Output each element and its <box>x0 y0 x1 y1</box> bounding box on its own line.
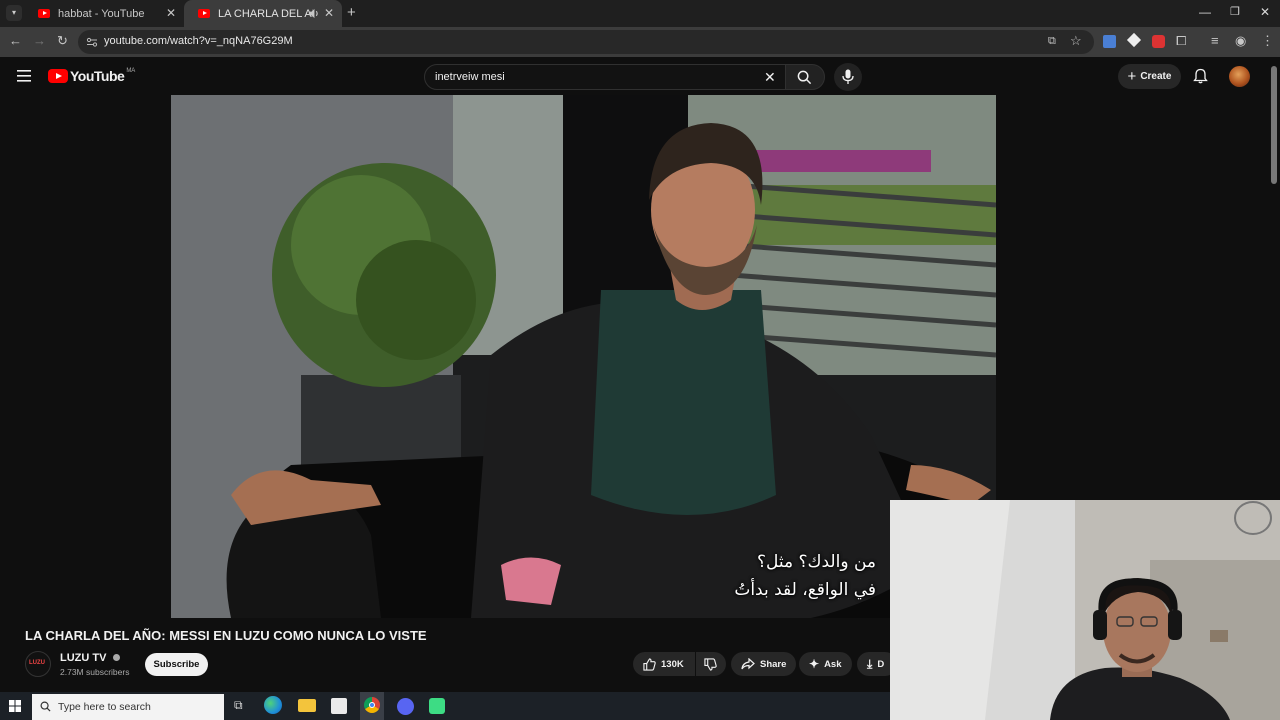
youtube-favicon-icon <box>38 9 50 18</box>
tab-search-dropdown-icon[interactable]: ▾ <box>6 5 22 21</box>
share-button[interactable]: Share <box>731 652 797 676</box>
download-icon: ⤓ <box>867 656 873 671</box>
share-arrow-icon <box>741 658 755 670</box>
audio-playing-icon[interactable] <box>308 8 319 19</box>
search-query: inetrveiw mesi <box>435 71 505 83</box>
extension-diamond-icon[interactable] <box>1126 32 1142 48</box>
close-window-icon[interactable]: ✕ <box>1260 5 1270 19</box>
video-player[interactable]: من والدك؟ مثل؟ في الواقع، لقد بدأتُ <box>171 95 996 618</box>
close-tab-icon[interactable]: ✕ <box>166 6 176 20</box>
subtitle-line: من والدك؟ مثل؟ <box>756 552 876 572</box>
channel-name: LUZU TV <box>60 652 107 664</box>
channel-name-row[interactable]: LUZU TV <box>60 652 120 664</box>
search-icon <box>797 70 812 85</box>
address-bar[interactable]: youtube.com/watch?v=_nqNA76G29M ⧉ ☆ <box>78 30 1094 54</box>
new-tab-icon[interactable]: + <box>347 4 356 21</box>
media-controls-icon[interactable]: ≡ <box>1211 34 1219 48</box>
search-button[interactable] <box>785 64 825 90</box>
site-info-icon[interactable] <box>86 36 98 48</box>
search-input[interactable]: inetrveiw mesi ✕ <box>424 64 786 90</box>
download-label: D <box>877 658 885 670</box>
thumbs-up-icon <box>643 657 656 671</box>
account-avatar[interactable] <box>1229 66 1250 87</box>
subscriber-count: 2.73M subscribers <box>60 667 130 677</box>
browser-tab-strip: ▾ habbat - YouTube ✕ LA CHARLA DEL AÑO: … <box>0 0 1280 27</box>
microphone-icon <box>842 69 854 84</box>
webcam-overlay <box>890 500 1280 720</box>
create-button[interactable]: + Create <box>1118 64 1181 89</box>
taskbar-search-placeholder: Type here to search <box>58 701 151 713</box>
extensions-puzzle-icon[interactable]: ⧠ <box>1176 34 1186 48</box>
channel-avatar[interactable]: LUZU <box>25 651 51 677</box>
windows-start-icon[interactable] <box>9 700 21 712</box>
youtube-play-logo-icon <box>48 69 68 83</box>
subscribe-button[interactable]: Subscribe <box>145 653 208 676</box>
thumbs-down-icon <box>704 657 717 671</box>
youtube-logo[interactable]: YouTube MA <box>48 68 135 84</box>
ask-label: Ask <box>824 658 842 670</box>
clear-search-icon[interactable]: ✕ <box>764 69 776 86</box>
tab-habbat[interactable]: habbat - YouTube ✕ <box>24 0 184 27</box>
create-label: Create <box>1140 71 1172 82</box>
youtube-favicon-icon <box>198 9 210 18</box>
install-app-icon[interactable]: ⧉ <box>1048 34 1056 48</box>
reload-icon[interactable]: ↻ <box>57 34 68 48</box>
restore-window-icon[interactable]: ❐ <box>1230 5 1240 18</box>
microsoft-store-icon[interactable] <box>331 698 347 714</box>
region-code: MA <box>126 68 136 74</box>
chrome-menu-icon[interactable]: ⋮ <box>1261 34 1274 48</box>
subtitle-line: في الواقع، لقد بدأتُ <box>734 580 876 600</box>
page-scrollbar[interactable] <box>1271 66 1277 184</box>
chrome-taskbar-icon[interactable] <box>360 692 384 720</box>
plus-icon: + <box>1127 68 1137 85</box>
video-title: LA CHARLA DEL AÑO: MESSI EN LUZU COMO NU… <box>25 628 427 643</box>
browser-toolbar: ← → ↻ youtube.com/watch?v=_nqNA76G29M ⧉ … <box>0 27 1280 57</box>
app-green-icon[interactable] <box>429 698 445 714</box>
windows-taskbar: Type here to search ⧉ <box>0 692 890 720</box>
tab-title: LA CHARLA DEL AÑO: MESSI <box>218 7 313 20</box>
channel-avatar-text: LUZU <box>29 660 45 666</box>
translate-extension-icon[interactable] <box>1103 35 1116 48</box>
bookmark-star-icon[interactable]: ☆ <box>1070 34 1082 48</box>
hamburger-menu-icon[interactable] <box>17 70 31 82</box>
share-label: Share <box>760 658 787 670</box>
back-icon[interactable]: ← <box>9 34 22 48</box>
verified-badge-icon <box>112 654 120 661</box>
taskbar-search-input[interactable]: Type here to search <box>32 694 224 720</box>
search-icon <box>40 701 51 712</box>
youtube-logo-text: YouTube <box>70 68 125 84</box>
forward-icon[interactable]: → <box>33 34 46 48</box>
edge-icon[interactable] <box>264 696 282 714</box>
notifications-bell-icon[interactable] <box>1193 68 1208 84</box>
extension-red-icon[interactable] <box>1152 35 1165 48</box>
like-button[interactable]: 130K <box>633 652 695 676</box>
tab-title: habbat - YouTube <box>58 7 145 20</box>
tab-messi-video[interactable]: LA CHARLA DEL AÑO: MESSI ✕ <box>184 0 342 27</box>
file-explorer-icon[interactable] <box>298 699 316 712</box>
video-frame-image <box>171 95 996 618</box>
video-subtitles: من والدك؟ مثل؟ في الواقع، لقد بدأتُ <box>734 548 876 604</box>
url-text: youtube.com/watch?v=_nqNA76G29M <box>104 35 293 47</box>
minimize-window-icon[interactable]: — <box>1199 5 1211 19</box>
close-tab-icon[interactable]: ✕ <box>324 6 334 20</box>
task-view-icon[interactable]: ⧉ <box>234 698 243 713</box>
discord-icon[interactable] <box>397 698 414 715</box>
ask-button[interactable]: ✦ Ask <box>799 652 852 676</box>
subscribe-label: Subscribe <box>153 659 200 670</box>
sparkle-icon: ✦ <box>809 657 820 671</box>
profile-icon[interactable]: ◉ <box>1235 34 1246 48</box>
youtube-header: YouTube MA inetrveiw mesi ✕ + Create <box>0 57 1280 95</box>
voice-search-button[interactable] <box>834 63 862 91</box>
webcam-image <box>890 500 1280 720</box>
like-count: 130K <box>661 658 684 670</box>
dislike-button[interactable] <box>696 652 726 676</box>
